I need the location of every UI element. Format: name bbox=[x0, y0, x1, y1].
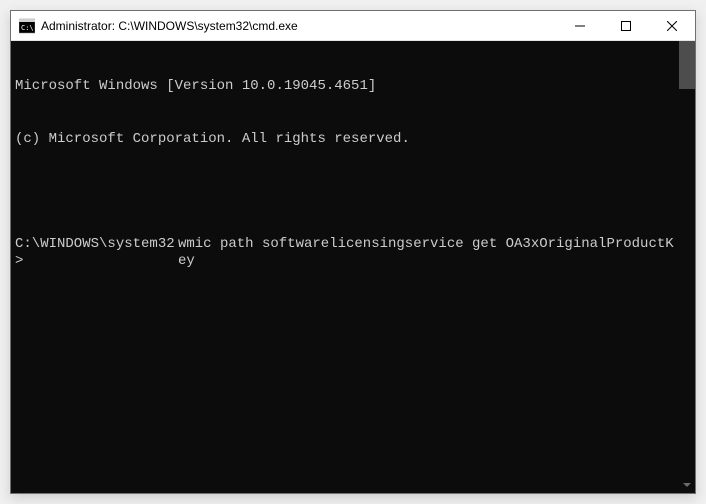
terminal-output-line: (c) Microsoft Corporation. All rights re… bbox=[15, 131, 675, 149]
terminal-content[interactable]: Microsoft Windows [Version 10.0.19045.46… bbox=[11, 41, 679, 493]
window-controls bbox=[557, 11, 695, 40]
terminal-prompt: C:\WINDOWS\system32> bbox=[15, 236, 178, 271]
terminal-prompt-line: C:\WINDOWS\system32>wmic path softwareli… bbox=[15, 236, 675, 271]
close-button[interactable] bbox=[649, 11, 695, 40]
cmd-icon: C:\ bbox=[19, 18, 35, 34]
scrollbar-thumb[interactable] bbox=[679, 41, 695, 89]
scrollbar-down-arrow-icon[interactable] bbox=[679, 477, 695, 493]
svg-text:C:\: C:\ bbox=[21, 24, 34, 32]
terminal-blank-line bbox=[15, 183, 675, 201]
terminal-area: Microsoft Windows [Version 10.0.19045.46… bbox=[11, 41, 695, 493]
titlebar[interactable]: C:\ Administrator: C:\WINDOWS\system32\c… bbox=[11, 11, 695, 41]
window-title: Administrator: C:\WINDOWS\system32\cmd.e… bbox=[41, 19, 557, 33]
terminal-command: wmic path softwarelicensingservice get O… bbox=[178, 236, 675, 271]
terminal-output-line: Microsoft Windows [Version 10.0.19045.46… bbox=[15, 78, 675, 96]
minimize-button[interactable] bbox=[557, 11, 603, 40]
terminal-scrollbar[interactable] bbox=[679, 41, 695, 493]
maximize-button[interactable] bbox=[603, 11, 649, 40]
cmd-window: C:\ Administrator: C:\WINDOWS\system32\c… bbox=[10, 10, 696, 494]
